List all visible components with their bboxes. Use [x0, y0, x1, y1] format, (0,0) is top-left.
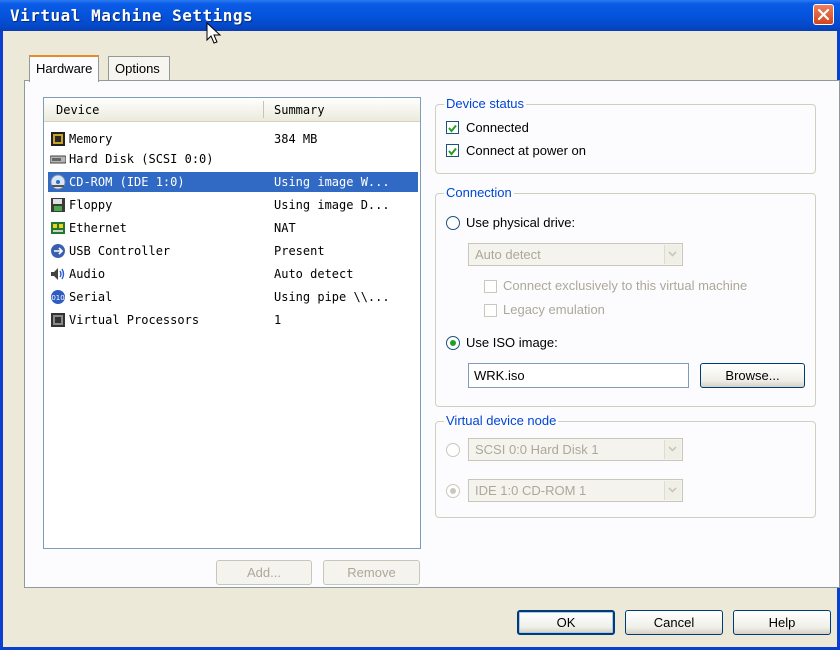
device-row-usb-controller[interactable]: USB Controller Present [48, 241, 418, 261]
virtual-device-node-group: Virtual device node [435, 413, 816, 518]
device-list[interactable]: Device Summary Memory 384 MB Hard Disk (… [43, 97, 421, 549]
serial-icon: 010 [51, 290, 65, 304]
chevron-down-icon [668, 251, 677, 257]
ide-node-radio[interactable] [446, 484, 460, 498]
checkmark-icon [448, 147, 457, 156]
connect-at-power-on-checkbox[interactable] [446, 144, 459, 157]
device-status-group: Device status [435, 96, 816, 174]
use-iso-image-radio[interactable] [446, 336, 460, 350]
connect-exclusively-checkbox[interactable] [484, 280, 497, 293]
device-row-cd-rom[interactable]: CD-ROM (IDE 1:0) Using image W... [48, 172, 418, 192]
scsi-node-select[interactable]: SCSI 0:0 Hard Disk 1 [468, 438, 683, 461]
tab-options[interactable]: Options [108, 56, 170, 80]
radio-selected-dot [450, 488, 456, 494]
device-row-virtual-processors[interactable]: Virtual Processors 1 [48, 310, 418, 330]
usb-icon [51, 244, 65, 258]
device-row-memory[interactable]: Memory 384 MB [48, 129, 418, 149]
close-icon [817, 8, 830, 21]
virtual-device-node-title: Virtual device node [444, 413, 559, 428]
virtual-machine-settings-window: Virtual Machine Settings Hardware Option… [0, 0, 840, 650]
use-physical-drive-radio[interactable] [446, 216, 460, 230]
iso-path-input[interactable] [468, 363, 689, 388]
svg-text:010: 010 [51, 294, 64, 302]
device-status-title: Device status [444, 96, 527, 111]
ethernet-icon [51, 222, 65, 234]
floppy-icon [51, 198, 65, 212]
browse-button[interactable]: Browse... [700, 363, 805, 388]
device-row-serial[interactable]: 010 Serial Using pipe \\... [48, 287, 418, 307]
legacy-emulation-checkbox[interactable] [484, 304, 497, 317]
device-row-floppy[interactable]: Floppy Using image D... [48, 195, 418, 215]
chevron-down-icon [668, 487, 677, 493]
connect-at-power-on-label[interactable]: Connect at power on [466, 143, 586, 158]
close-button[interactable] [813, 4, 834, 25]
processor-icon [51, 313, 65, 327]
physical-drive-select[interactable]: Auto detect [468, 243, 683, 266]
column-header-summary[interactable]: Summary [274, 103, 325, 117]
scsi-node-radio[interactable] [446, 443, 460, 457]
tab-hardware[interactable]: Hardware [29, 55, 100, 82]
dropdown-arrow[interactable] [664, 245, 681, 264]
memory-icon [51, 132, 65, 146]
remove-button[interactable]: Remove [323, 560, 420, 585]
device-row-hard-disk[interactable]: Hard Disk (SCSI 0:0) [48, 149, 418, 169]
ok-button[interactable]: OK [517, 610, 615, 635]
connect-exclusively-label[interactable]: Connect exclusively to this virtual mach… [503, 278, 747, 293]
tab-options-label: Options [115, 61, 160, 76]
ide-node-select[interactable]: IDE 1:0 CD-ROM 1 [468, 479, 683, 502]
column-separator[interactable] [263, 101, 264, 118]
help-button[interactable]: Help [733, 610, 831, 635]
mouse-cursor-icon [206, 22, 222, 44]
audio-icon [51, 268, 65, 280]
checkmark-icon [448, 124, 457, 133]
device-list-header: Device Summary [44, 98, 420, 122]
dropdown-arrow[interactable] [664, 481, 681, 500]
cancel-button[interactable]: Cancel [625, 610, 723, 635]
connection-title: Connection [444, 185, 514, 200]
add-button[interactable]: Add... [216, 560, 312, 585]
hard-disk-icon [50, 155, 66, 164]
radio-selected-dot [450, 340, 456, 346]
device-row-ethernet[interactable]: Ethernet NAT [48, 218, 418, 238]
column-header-device[interactable]: Device [56, 103, 99, 117]
title-bar[interactable]: Virtual Machine Settings [0, 0, 840, 31]
use-iso-image-label[interactable]: Use ISO image: [466, 335, 558, 350]
dropdown-arrow[interactable] [664, 440, 681, 459]
connected-checkbox[interactable] [446, 121, 459, 134]
legacy-emulation-label[interactable]: Legacy emulation [503, 302, 605, 317]
chevron-down-icon [668, 446, 677, 452]
connected-label[interactable]: Connected [466, 120, 529, 135]
device-row-audio[interactable]: Audio Auto detect [48, 264, 418, 284]
use-physical-drive-label[interactable]: Use physical drive: [466, 215, 575, 230]
cd-rom-icon [50, 174, 66, 190]
